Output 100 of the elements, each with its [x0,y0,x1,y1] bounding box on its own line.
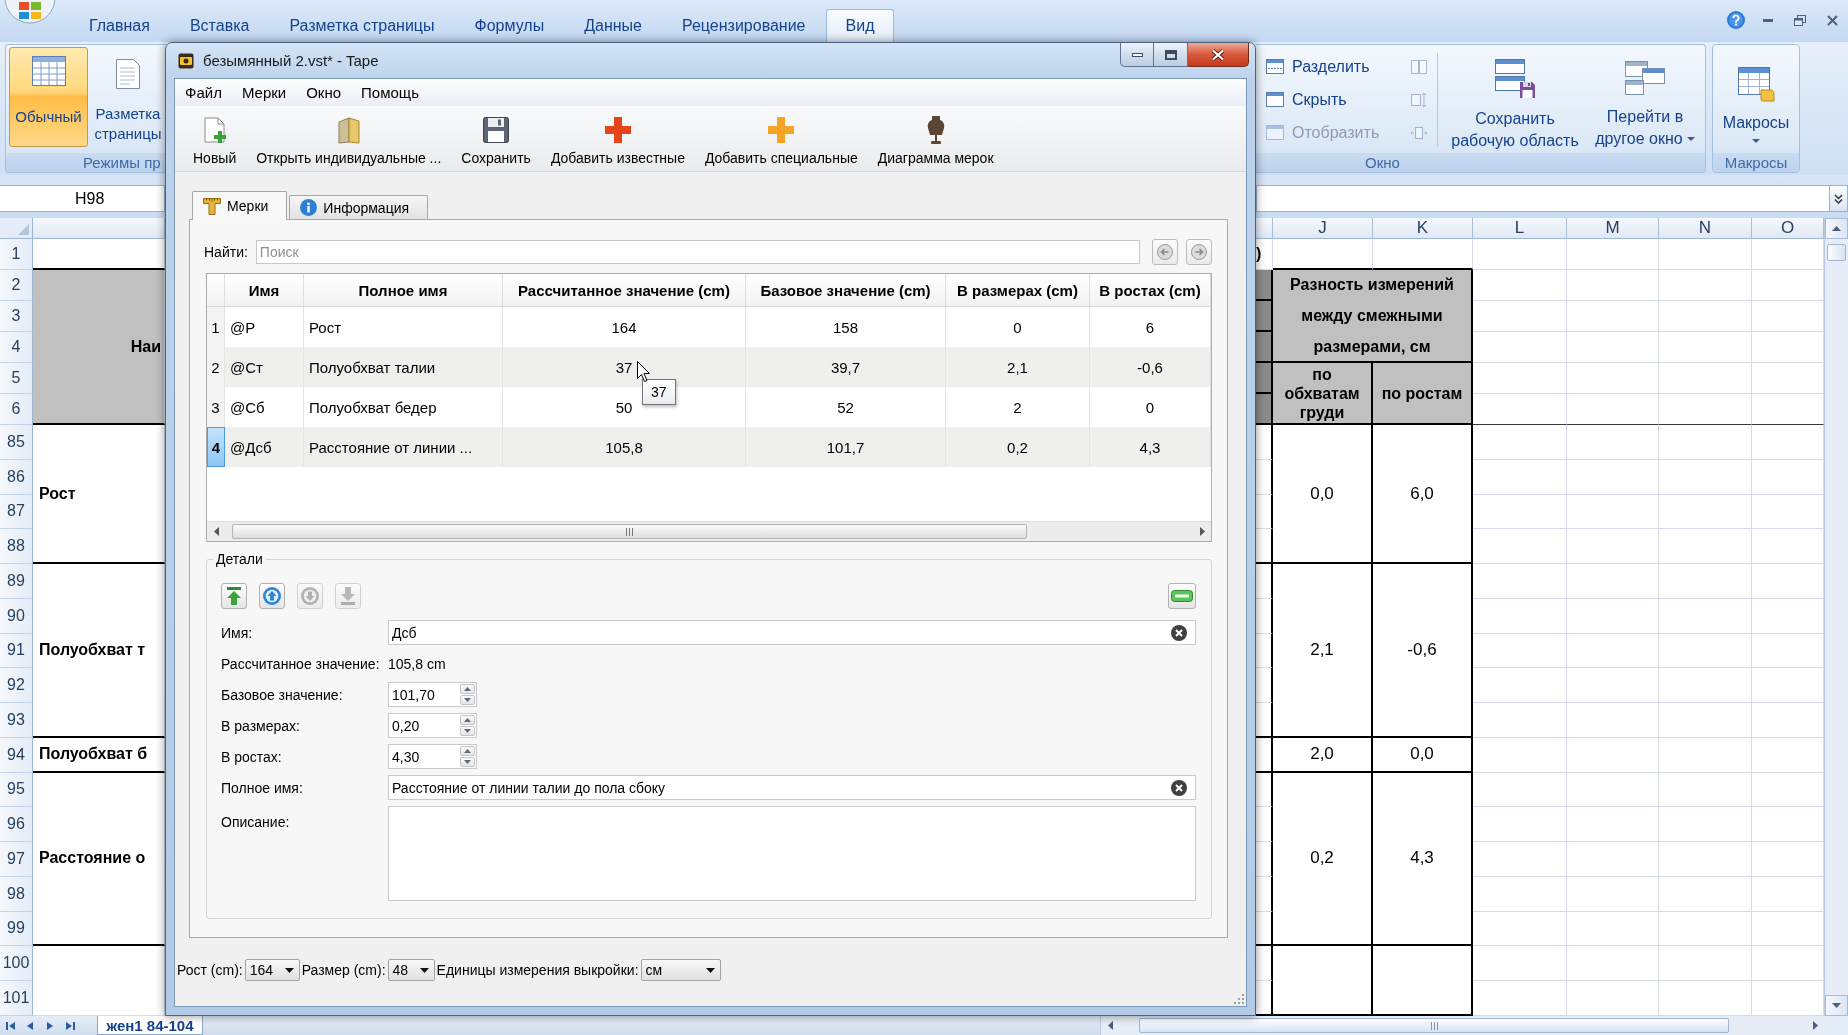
clear-icon[interactable] [1171,624,1187,641]
spin-down-button[interactable] [460,695,475,705]
close-button[interactable] [1188,43,1249,67]
clear-icon[interactable] [1171,779,1187,796]
scroll-up-button[interactable] [1825,218,1848,239]
sheet-cell[interactable]: Наи [33,270,165,425]
menu-item[interactable]: Файл [175,81,232,104]
row-header[interactable]: 85 [0,425,33,460]
sheet-cell[interactable]: по ростам [1373,363,1473,425]
sheet-cell[interactable]: Полуобхват т [33,564,165,738]
row-header[interactable]: 1 [0,239,33,270]
spin-up-button[interactable] [460,715,475,725]
row-number[interactable]: 4 [207,427,225,467]
sheet-cell[interactable] [1256,807,1273,842]
sheet-cell[interactable]: по обхватам груди [1273,363,1373,425]
sheet-cell[interactable] [1256,494,1273,530]
menu-item[interactable]: Помощь [351,81,429,104]
description-field[interactable] [388,806,1196,901]
dropdown[interactable]: 48 [387,959,435,981]
row-number[interactable]: 3 [207,387,225,427]
column-header[interactable]: Имя [225,274,304,306]
sheet-cell[interactable] [1256,332,1273,363]
row-header[interactable]: 89 [0,564,33,599]
sheet-cell[interactable] [1256,876,1273,912]
sheet-cell[interactable]: 0,2 [1273,772,1373,947]
toolbar-button[interactable]: Открыть индивидуальные ... [256,115,442,166]
toolbar-button[interactable]: Добавить известные [550,115,685,166]
row-header[interactable]: 96 [0,807,33,842]
sheet-cell[interactable]: 4,3 [1373,772,1473,947]
vertical-scrollbar[interactable] [1824,218,1848,1016]
row-header[interactable]: 2 [0,270,33,301]
menu-item[interactable]: Окно [296,81,352,104]
text-field[interactable]: Расстояние от линии талии до пола сбоку [388,775,1196,800]
sheet-cell[interactable] [1256,598,1273,634]
toolbar-button[interactable]: Новый [193,115,237,166]
row-header[interactable]: 101 [0,981,33,1016]
row-header[interactable]: 94 [0,737,33,773]
row-header[interactable]: 86 [0,459,33,495]
horizontal-scrollbar[interactable] [207,521,1211,541]
sheet-cell[interactable] [1256,394,1273,425]
text-field[interactable]: Дсб [388,620,1196,645]
size-grip-icon[interactable] [1233,993,1244,1004]
spin-down-button[interactable] [460,757,475,767]
row-header[interactable]: 6 [0,394,33,425]
sheet-cell[interactable]: Рост [33,425,165,564]
dropdown[interactable]: 164 [244,959,300,981]
row-number[interactable]: 1 [207,307,225,347]
scrollbar-thumb[interactable] [1139,1018,1729,1033]
menu-item[interactable]: Мерки [231,81,297,104]
row-header[interactable]: 5 [0,363,33,394]
maximize-button[interactable] [1154,43,1188,67]
sheet-cell[interactable] [1373,946,1473,1016]
toolbar-button[interactable]: Сохранить [461,115,531,166]
ribbon-large-button[interactable]: Перейти в другое окно [1588,45,1702,153]
sheet-cell[interactable]: Расстояние о [33,772,165,947]
row-header[interactable]: 95 [0,772,33,808]
expand-button[interactable] [1830,185,1848,212]
row-number[interactable]: 2 [207,347,225,387]
sheet-cell[interactable] [1256,301,1273,332]
sheet-cell[interactable] [1256,529,1273,564]
previous-button[interactable] [1152,239,1178,265]
sheet-cell[interactable] [1256,842,1273,877]
column-header[interactable] [1256,218,1273,239]
name-box[interactable]: H98 [0,185,165,212]
sheet-cell[interactable] [1256,703,1273,738]
sheet-cell[interactable] [1273,946,1373,1016]
row-header[interactable]: 91 [0,633,33,669]
column-header[interactable]: N [1659,218,1752,239]
row-header[interactable]: 98 [0,876,33,912]
sheet-cell[interactable] [1256,946,1273,981]
sheet-cell[interactable] [1256,772,1273,808]
sheet-cell[interactable]: 6,0 [1373,425,1473,564]
ribbon-tab[interactable]: Вид [825,9,895,42]
sheet-cell[interactable]: ) [1256,239,1273,270]
column-header[interactable]: Базовое значение (cm) [746,274,946,306]
column-header[interactable]: K [1373,218,1473,239]
column-header[interactable]: M [1567,218,1659,239]
row-header[interactable]: 4 [0,332,33,363]
row-header[interactable]: 87 [0,494,33,530]
spin-up-button[interactable] [460,684,475,694]
sheet-cell[interactable] [1256,981,1273,1016]
sheet-cell[interactable] [1256,459,1273,495]
row-header[interactable]: 88 [0,529,33,564]
next-button[interactable] [1186,239,1212,265]
remove-button[interactable] [1168,583,1196,609]
sheet-cell[interactable]: 0,0 [1373,737,1473,773]
column-header[interactable]: J [1273,218,1373,239]
ribbon-large-button[interactable]: Макросы [1713,45,1799,153]
ribbon-command[interactable]: Скрыть [1266,83,1408,116]
spin-up-button[interactable] [460,746,475,756]
spin-down-button[interactable] [460,726,475,736]
sheet-cell[interactable]: 0,0 [1273,425,1373,564]
column-header[interactable]: Рассчитанное значение (cm) [503,274,746,306]
move-to-top-button[interactable] [221,583,247,609]
tab[interactable]: Информация [289,195,429,219]
row-header[interactable]: 99 [0,911,33,947]
toolbar-button[interactable]: Добавить специальные [704,115,858,166]
minimize-button[interactable] [1120,43,1154,67]
sheet-cell[interactable] [1256,668,1273,703]
tab[interactable]: Мерки [192,191,288,220]
